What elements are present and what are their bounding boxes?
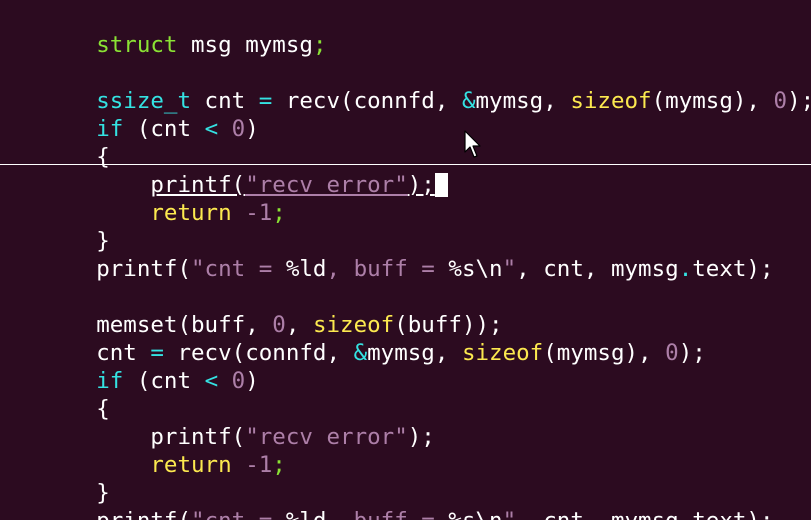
number-literal: -1 [245, 200, 273, 226]
code-line-11: memset(buff, 0, sizeof(buff)); [42, 283, 502, 338]
code-text: ); [407, 172, 435, 198]
keyword-return: return [150, 452, 232, 478]
semicolon: ; [312, 32, 327, 58]
code-line-18: printf("cnt = %ld, buff = %s\n", cnt, my… [42, 479, 773, 520]
code-line-12: cnt = recv(connfd, &mymsg, sizeof(mymsg)… [42, 311, 706, 366]
operator: & [353, 340, 368, 366]
number-literal: 0 [231, 368, 246, 394]
code-text: msg mymsg [177, 32, 313, 58]
keyword-sizeof: sizeof [461, 340, 544, 366]
format-specifier: %s\n [448, 508, 502, 520]
format-specifier: %s\n [448, 256, 503, 282]
operator: < [204, 368, 219, 394]
code-line-6-current: printf("recv error"); [42, 143, 448, 198]
operator: & [461, 88, 476, 114]
string-literal: " [503, 508, 517, 520]
string-literal: " [502, 256, 517, 282]
code-text: (cnt [123, 116, 205, 142]
keyword-struct: struct [96, 32, 178, 58]
code-text: ); [678, 340, 706, 366]
operator: = [258, 88, 273, 114]
string-literal: , buff = [326, 508, 448, 520]
code-text: , cnt, mymsg [516, 256, 679, 282]
code-text: (mymsg), [543, 340, 666, 366]
string-literal: "cnt = [191, 256, 286, 282]
code-text: text); [692, 508, 773, 520]
code-text: (mymsg), [651, 88, 774, 114]
format-specifier: %ld [285, 256, 327, 282]
semicolon: ; [272, 200, 286, 226]
code-line-5: { [42, 115, 110, 170]
code-text: printf( [96, 508, 191, 520]
code-line-14: { [42, 367, 110, 422]
code-text: (cnt [123, 368, 205, 394]
code-line-13: if (cnt < 0) [42, 339, 259, 394]
operator: . [679, 508, 693, 520]
keyword-sizeof: sizeof [570, 88, 652, 114]
code-line-9: printf("cnt = %ld, buff = %s\n", cnt, my… [42, 227, 773, 282]
code-text: text); [692, 256, 774, 282]
code-text: ) [245, 368, 259, 394]
string-literal: "cnt = [191, 508, 286, 520]
code-line-15: printf("recv error"); [42, 395, 434, 450]
number-literal: 0 [231, 116, 246, 142]
code-line-3: ssize_t cnt = recv(connfd, &mymsg, sizeo… [42, 59, 811, 114]
code-text: recv(connfd, [272, 88, 462, 114]
format-specifier: %ld [286, 508, 327, 520]
number-literal: 0 [665, 340, 679, 366]
number-literal: 0 [773, 88, 788, 114]
string-literal: , buff = [326, 256, 449, 282]
code-line-4: if (cnt < 0) [42, 87, 259, 142]
code-text: ); [787, 88, 811, 114]
operator: . [678, 256, 693, 282]
code-line-7: return -1; [42, 171, 285, 226]
code-text: ); [407, 424, 435, 450]
code-text: mymsg, [475, 88, 571, 114]
keyword-return: return [150, 200, 232, 226]
operator: < [204, 116, 219, 142]
number-literal: -1 [245, 452, 273, 478]
cursor-line-indicator [0, 164, 811, 165]
code-line-16: return -1; [42, 423, 285, 478]
code-editor[interactable]: struct msg mymsg; ssize_t cnt = recv(con… [0, 0, 811, 520]
code-text: , cnt, mymsg [516, 508, 679, 520]
mouse-pointer-icon [464, 130, 481, 158]
code-text: ) [245, 116, 259, 142]
code-text: printf( [96, 256, 192, 282]
code-line-1: struct msg mymsg; [42, 3, 326, 58]
code-line-17: } [42, 451, 110, 506]
code-line-8: } [42, 199, 110, 254]
text-cursor-block [434, 173, 448, 197]
semicolon: ; [272, 452, 286, 478]
code-text: mymsg, [367, 340, 462, 366]
